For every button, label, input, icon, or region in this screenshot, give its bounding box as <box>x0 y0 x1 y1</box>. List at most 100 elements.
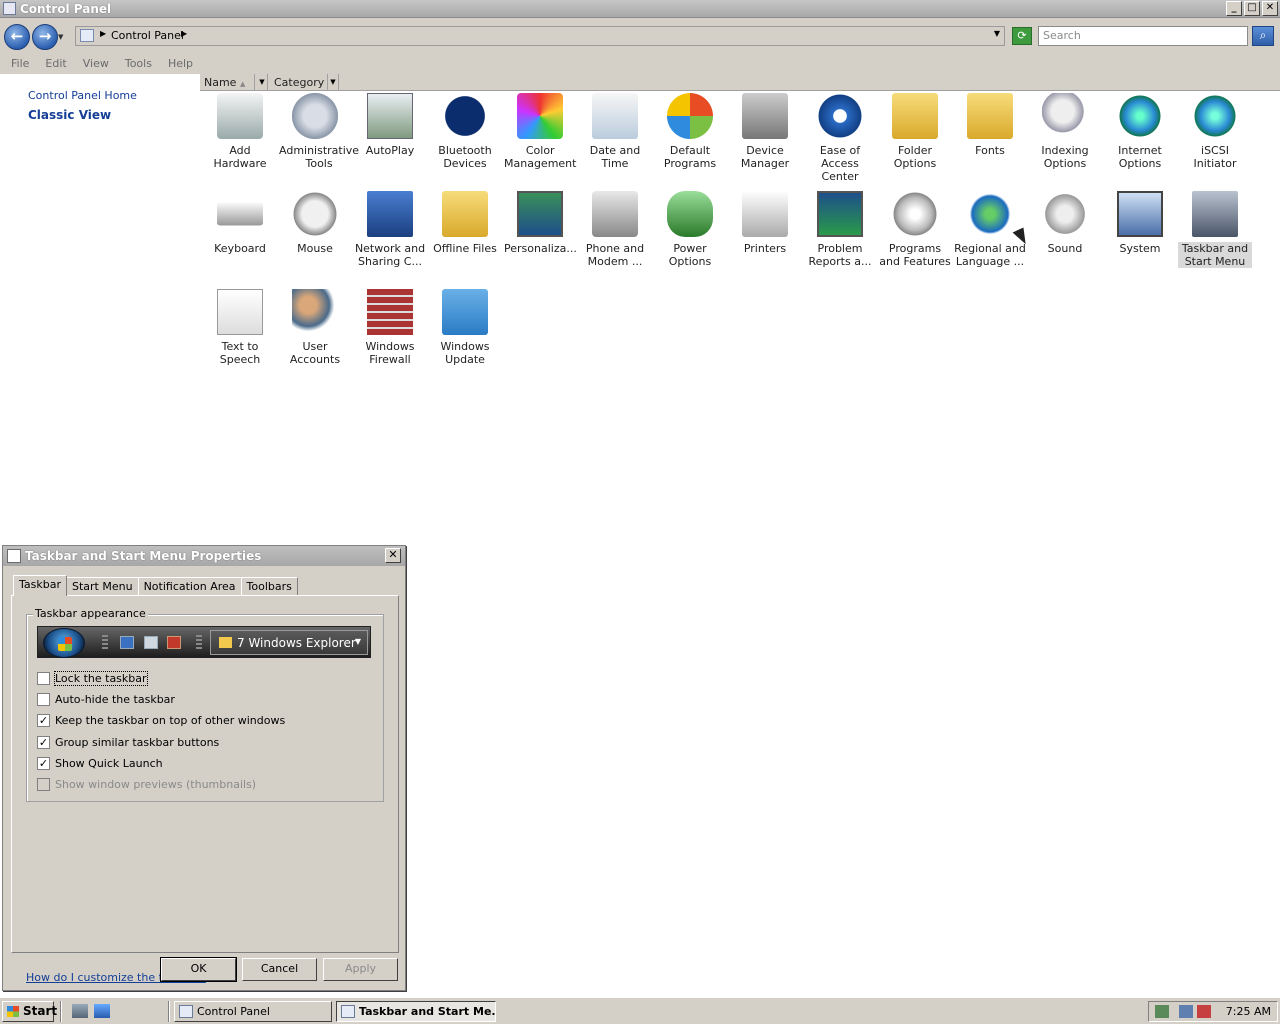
tab-notification-area[interactable]: Notification Area <box>137 577 242 596</box>
indexing-options-icon <box>1042 93 1088 139</box>
breadcrumb-root-arrow-icon[interactable]: ▶ <box>100 29 106 38</box>
cp-item-text-to-speech[interactable]: Text to Speech <box>203 289 277 366</box>
dialog-titlebar[interactable]: Taskbar and Start Menu Properties ✕ <box>3 546 405 566</box>
option-group-similar-taskbar-buttons[interactable]: ✓ Group similar taskbar buttons <box>37 736 219 749</box>
task-control-panel[interactable]: Control Panel <box>174 1001 332 1022</box>
cp-item-regional-language[interactable]: Regional and Language ... <box>953 191 1027 268</box>
checkbox[interactable] <box>37 693 50 706</box>
breadcrumb-chevron-icon[interactable]: ▶ <box>181 29 187 38</box>
cp-item-ease-of-access[interactable]: Ease of Access Center <box>803 93 877 183</box>
apply-button[interactable]: Apply <box>323 958 398 981</box>
search-input[interactable]: Search <box>1038 26 1248 46</box>
option-show-quick-launch[interactable]: ✓ Show Quick Launch <box>37 757 163 770</box>
minimize-button[interactable]: _ <box>1226 1 1242 16</box>
cp-item-date-time[interactable]: Date and Time <box>578 93 652 170</box>
back-button[interactable]: ← <box>4 24 30 50</box>
cp-item-label: Printers <box>743 242 787 255</box>
cp-item-default-programs[interactable]: Default Programs <box>653 93 727 170</box>
column-name-label: Name <box>204 76 237 89</box>
cp-item-label: Indexing Options <box>1041 144 1089 170</box>
menu-file[interactable]: File <box>3 54 37 74</box>
cp-item-taskbar-start-menu[interactable]: Taskbar and Start Menu <box>1178 191 1252 268</box>
history-dropdown-icon[interactable]: ▼ <box>58 33 63 41</box>
task-taskbar-properties[interactable]: Taskbar and Start Me... <box>336 1001 496 1022</box>
menu-help[interactable]: Help <box>160 54 201 74</box>
classic-view-link[interactable]: Classic View <box>28 108 111 122</box>
option-show-window-previews-thumbnails: Show window previews (thumbnails) <box>37 778 256 791</box>
close-button[interactable]: ✕ <box>1262 1 1278 16</box>
cp-item-iscsi-initiator[interactable]: iSCSI Initiator <box>1178 93 1252 170</box>
volume-muted-icon[interactable] <box>1197 1005 1211 1018</box>
address-dropdown-icon[interactable]: ▼ <box>994 29 1000 38</box>
window-titlebar[interactable]: Control Panel _ □ ✕ <box>0 0 1280 18</box>
option-keep-the-taskbar-on-top-of-other-windows[interactable]: ✓ Keep the taskbar on top of other window… <box>37 714 285 727</box>
checkbox[interactable] <box>37 672 50 685</box>
cp-item-autoplay[interactable]: AutoPlay <box>353 93 427 157</box>
cp-item-label: User Accounts <box>289 340 341 366</box>
option-auto-hide-the-taskbar[interactable]: Auto-hide the taskbar <box>37 693 175 706</box>
dialog-close-button[interactable]: ✕ <box>385 548 401 563</box>
checkbox[interactable]: ✓ <box>37 736 50 749</box>
option-lock-the-taskbar[interactable]: Lock the taskbar <box>37 671 148 686</box>
security-shield-icon[interactable] <box>1155 1005 1169 1018</box>
tab-start-menu[interactable]: Start Menu <box>66 577 139 596</box>
column-name-filter-icon[interactable]: ▼ <box>257 74 268 91</box>
sound-icon <box>1042 191 1088 237</box>
start-label: Start <box>23 1004 58 1018</box>
cp-item-bluetooth[interactable]: Bluetooth Devices <box>428 93 502 170</box>
cancel-button[interactable]: Cancel <box>242 958 317 981</box>
cp-item-personalization[interactable]: Personaliza... <box>503 191 577 255</box>
clock[interactable]: 7:25 AM <box>1226 1005 1271 1018</box>
menu-edit[interactable]: Edit <box>37 54 74 74</box>
cp-item-problem-reports[interactable]: Problem Reports a... <box>803 191 877 268</box>
cp-item-fonts[interactable]: Fonts <box>953 93 1027 157</box>
cp-item-windows-update[interactable]: Windows Update <box>428 289 502 366</box>
search-button[interactable]: ⌕ <box>1252 26 1274 46</box>
address-toolbar: ← → ▼ ▶ Control Panel ▶ ▼ ⟳ Search ⌕ <box>0 18 1280 54</box>
forward-button[interactable]: → <box>32 24 58 50</box>
cp-item-color-management[interactable]: Color Management <box>503 93 577 170</box>
quick-launch-app-icon <box>167 636 181 649</box>
cp-item-administrative-tools[interactable]: Administrative Tools <box>278 93 359 170</box>
maximize-button[interactable]: □ <box>1244 1 1260 16</box>
option-label: Show window previews (thumbnails) <box>55 778 257 791</box>
cp-item-power-options[interactable]: Power Options <box>653 191 727 268</box>
cp-item-keyboard[interactable]: Keyboard <box>203 191 277 255</box>
cp-item-device-manager[interactable]: Device Manager <box>728 93 802 170</box>
show-desktop-icon[interactable] <box>72 1004 88 1018</box>
cp-item-network-sharing[interactable]: Network and Sharing C... <box>353 191 427 268</box>
cp-item-programs-features[interactable]: Programs and Features <box>878 191 952 268</box>
network-icon[interactable] <box>1179 1005 1193 1018</box>
menu-view[interactable]: View <box>75 54 117 74</box>
address-field[interactable]: ▶ Control Panel ▶ ▼ <box>75 26 1005 46</box>
cp-item-add-hardware[interactable]: Add Hardware <box>203 93 277 170</box>
column-name-header[interactable]: Name ▲ <box>200 74 255 91</box>
cp-item-offline-files[interactable]: Offline Files <box>428 191 502 255</box>
ok-button[interactable]: OK <box>161 958 236 981</box>
menu-tools[interactable]: Tools <box>117 54 160 74</box>
cp-item-user-accounts[interactable]: User Accounts <box>278 289 352 366</box>
refresh-button[interactable]: ⟳ <box>1012 27 1032 45</box>
cp-item-printers[interactable]: Printers <box>728 191 802 255</box>
cp-item-system[interactable]: System <box>1103 191 1177 255</box>
switch-windows-icon[interactable] <box>94 1004 110 1018</box>
phone-modem-icon <box>592 191 638 237</box>
cp-item-phone-modem[interactable]: Phone and Modem ... <box>578 191 652 268</box>
checkbox[interactable]: ✓ <box>37 757 50 770</box>
cp-item-windows-firewall[interactable]: Windows Firewall <box>353 289 427 366</box>
personalization-icon <box>517 191 563 237</box>
cp-item-folder-options[interactable]: Folder Options <box>878 93 952 170</box>
tab-toolbars[interactable]: Toolbars <box>240 577 298 596</box>
breadcrumb-control-panel[interactable]: Control Panel <box>111 29 184 42</box>
cp-item-internet-options[interactable]: Internet Options <box>1103 93 1177 170</box>
cp-item-label: Date and Time <box>589 144 641 170</box>
column-category-header[interactable]: Category <box>270 74 328 91</box>
control-panel-home-link[interactable]: Control Panel Home <box>28 89 137 102</box>
cp-item-sound[interactable]: Sound <box>1028 191 1102 255</box>
start-button[interactable]: Start <box>2 1001 58 1022</box>
column-category-filter-icon[interactable]: ▼ <box>328 74 339 91</box>
tab-taskbar[interactable]: Taskbar <box>13 575 67 596</box>
checkbox[interactable]: ✓ <box>37 714 50 727</box>
cp-item-mouse[interactable]: Mouse <box>278 191 352 255</box>
cp-item-indexing-options[interactable]: Indexing Options <box>1028 93 1102 170</box>
